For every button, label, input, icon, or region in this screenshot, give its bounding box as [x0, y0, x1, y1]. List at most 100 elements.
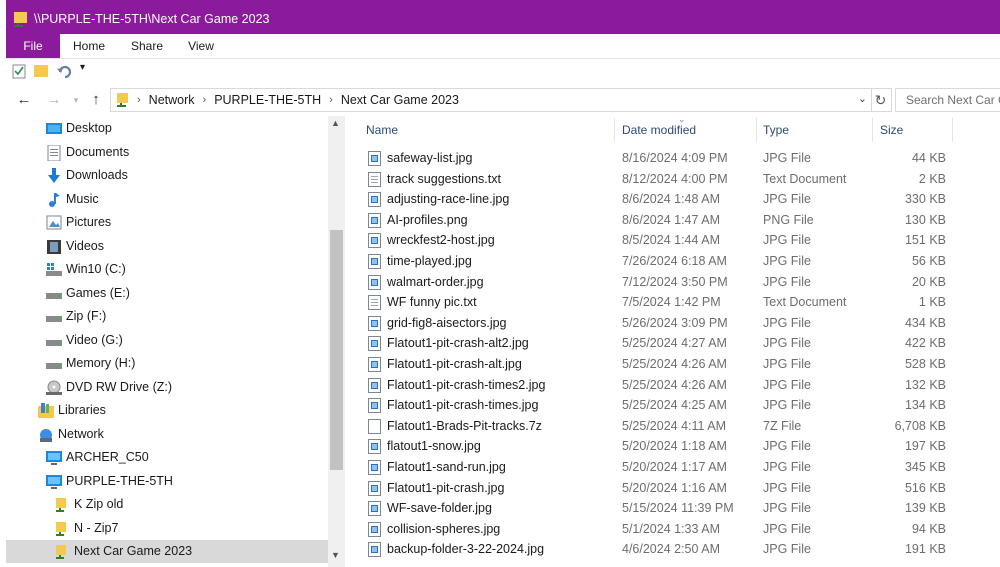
file-row[interactable]: Flatout1-pit-crash-alt2.jpg 5/25/2024 4:2… — [346, 333, 1000, 353]
file-row[interactable]: track suggestions.txt 8/12/2024 4:00 PM Te… — [346, 169, 1000, 189]
pictures-icon — [46, 215, 62, 230]
forward-arrow-icon[interactable]: → — [44, 90, 64, 110]
breadcrumb-network[interactable]: Network — [149, 93, 195, 107]
file-size: 44 KB — [911, 151, 946, 165]
back-arrow-icon[interactable]: ← — [14, 90, 34, 110]
breadcrumb-purple-the-5th[interactable]: PURPLE-THE-5TH — [214, 93, 321, 107]
new-folder-icon[interactable] — [34, 63, 48, 79]
file-type: JPG File — [763, 398, 811, 413]
windows-drive-icon — [46, 263, 62, 276]
file-row[interactable]: AI-profiles.png 8/6/2024 1:47 AM PNG File 1… — [346, 210, 1000, 230]
nav-item-next-car-game-2023[interactable]: Next Car Game 2023 — [6, 540, 328, 563]
column-divider[interactable] — [952, 118, 953, 142]
nav-label: Zip (F:) — [66, 309, 107, 323]
nav-label: Pictures — [66, 215, 112, 229]
tab-share[interactable]: Share — [124, 34, 170, 58]
documents-icon — [47, 145, 61, 161]
file-row[interactable]: grid-fig8-aisectors.jpg 5/26/2024 3:09 PM… — [346, 313, 1000, 333]
file-date-modified: 7/12/2024 3:50 PM — [622, 274, 728, 289]
navigation-scrollbar[interactable]: ▲ ▼ — [328, 116, 345, 567]
file-type: JPG File — [763, 377, 811, 392]
window-title: \\PURPLE-THE-5TH\Next Car Game 2023 — [34, 12, 270, 26]
network-folder-icon — [14, 12, 27, 27]
column-header-name[interactable]: Name — [366, 116, 398, 144]
address-bar[interactable]: › Network › PURPLE-THE-5TH › Next Car Ga… — [110, 88, 872, 112]
file-type: JPG File — [763, 439, 811, 454]
file-row[interactable]: wreckfest2-host.jpg 8/5/2024 1:44 AM JPG F… — [346, 230, 1000, 250]
file-row[interactable]: backup-folder-3-22-2024.jpg 4/6/2024 2:50… — [346, 539, 1000, 559]
file-type: Text Document — [763, 295, 847, 310]
file-size: 20 KB — [911, 274, 946, 289]
column-header-date-modified[interactable]: Date modified — [622, 116, 696, 144]
file-row[interactable]: WF-save-folder.jpg 5/15/2024 11:39 PM JPG … — [346, 498, 1000, 518]
file-name: Flatout1-pit-crash-alt.jpg — [387, 357, 522, 371]
up-arrow-icon[interactable]: ↑ — [86, 90, 106, 110]
file-row[interactable]: flatout1-snow.jpg 5/20/2024 1:18 AM JPG Fi… — [346, 436, 1000, 456]
refresh-icon[interactable]: ↻ — [870, 88, 892, 112]
file-row[interactable]: safeway-list.jpg 8/16/2024 4:09 PM JPG Fil… — [346, 148, 1000, 168]
file-row[interactable]: WF funny pic.txt 7/5/2024 1:42 PM Text Doc… — [346, 292, 1000, 312]
network-folder-icon — [117, 93, 128, 107]
tab-home[interactable]: Home — [66, 34, 112, 58]
file-row[interactable]: Flatout1-pit-crash-times.jpg 5/25/2024 4:… — [346, 395, 1000, 415]
drive-icon — [46, 340, 62, 346]
customize-toolbar-icon[interactable]: ▾ — [80, 62, 85, 73]
file-name: Flatout1-pit-crash.jpg — [387, 480, 505, 495]
image-file-icon — [368, 315, 381, 331]
breadcrumb-next-car-game-2023[interactable]: Next Car Game 2023 — [341, 93, 459, 107]
column-divider[interactable] — [872, 118, 873, 142]
file-type: Text Document — [763, 171, 847, 186]
breadcrumb-separator-icon[interactable]: › — [321, 94, 341, 106]
libraries-icon — [38, 403, 54, 418]
scroll-down-icon[interactable]: ▼ — [331, 550, 340, 560]
file-type: JPG File — [763, 521, 811, 536]
tab-file[interactable]: File — [6, 34, 60, 58]
scrollbar-thumb[interactable] — [330, 230, 343, 470]
recent-locations-chevron-icon[interactable]: ▾ — [66, 90, 86, 110]
file-row[interactable]: Flatout1-Brads-Pit-tracks.7z 5/25/2024 4:… — [346, 416, 1000, 436]
image-file-icon — [368, 521, 381, 537]
undo-icon[interactable] — [56, 63, 72, 79]
nav-label: Video (G:) — [66, 333, 123, 347]
file-row[interactable]: Flatout1-pit-crash-times2.jpg 5/25/2024 4… — [346, 375, 1000, 395]
nav-label: Next Car Game 2023 — [74, 544, 193, 558]
downloads-icon — [48, 168, 60, 183]
shared-folder-icon — [56, 522, 66, 536]
search-input[interactable]: Search Next Car Game 2023 — [895, 88, 1000, 112]
nav-label: N - Zip7 — [74, 521, 119, 535]
file-date-modified: 5/25/2024 4:26 AM — [622, 377, 727, 392]
image-file-icon — [368, 151, 381, 166]
text-file-icon — [368, 295, 381, 311]
address-row: ← → ▾ ↑ › Network › PURPLE-THE-5TH › Nex… — [6, 86, 1000, 114]
address-dropdown-chevron-icon[interactable]: ⌄ — [858, 92, 867, 105]
column-divider[interactable] — [756, 118, 757, 142]
file-size: 528 KB — [904, 357, 946, 371]
file-date-modified: 5/20/2024 1:17 AM — [622, 460, 727, 474]
column-divider[interactable] — [614, 118, 615, 142]
file-type: JPG File — [763, 336, 811, 351]
file-size: 6,708 KB — [894, 418, 946, 433]
file-row[interactable]: Flatout1-sand-run.jpg 5/20/2024 1:17 AM JP… — [346, 457, 1000, 477]
file-size: 56 KB — [911, 254, 946, 268]
file-row[interactable]: adjusting-race-line.jpg 8/6/2024 1:48 AM J… — [346, 189, 1000, 209]
file-row[interactable]: Flatout1-pit-crash.jpg 5/20/2024 1:16 AM J… — [346, 478, 1000, 498]
column-header-type[interactable]: Type — [763, 116, 789, 144]
breadcrumb-separator-icon[interactable]: › — [195, 94, 215, 106]
file-row[interactable]: collision-spheres.jpg 5/1/2024 1:33 AM JPG… — [346, 519, 1000, 539]
image-file-icon — [368, 212, 381, 228]
file-row[interactable]: walmart-order.jpg 7/12/2024 3:50 PM JPG Fi… — [346, 272, 1000, 292]
breadcrumb-separator-icon[interactable]: › — [129, 94, 149, 106]
tab-view[interactable]: View — [180, 34, 222, 58]
file-row[interactable]: Flatout1-pit-crash-alt.jpg 5/25/2024 4:26… — [346, 354, 1000, 374]
scroll-up-icon[interactable]: ▲ — [331, 118, 340, 128]
file-name: WF-save-folder.jpg — [387, 501, 492, 516]
properties-icon[interactable] — [12, 63, 26, 79]
file-row[interactable]: time-played.jpg 7/26/2024 6:18 AM JPG File… — [346, 251, 1000, 271]
column-header-size[interactable]: Size — [880, 116, 903, 144]
image-file-icon — [368, 439, 381, 455]
shared-folder-icon — [56, 498, 66, 512]
file-type: JPG File — [763, 480, 811, 495]
file-name: Flatout1-pit-crash-alt2.jpg — [387, 336, 529, 351]
nav-label: Win10 (C:) — [66, 262, 126, 276]
file-size: 197 KB — [904, 439, 946, 454]
